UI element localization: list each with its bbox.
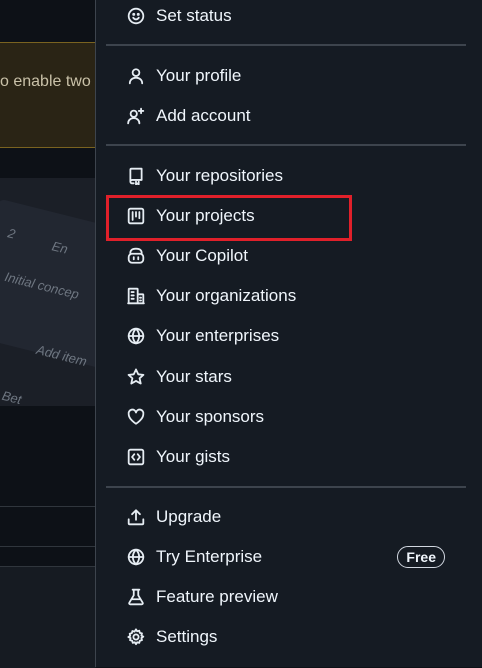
beaker-icon [126, 587, 146, 607]
globe-icon [126, 547, 146, 567]
your-enterprises-item[interactable]: Your enterprises [106, 317, 471, 355]
menu-item-label: Your enterprises [156, 326, 280, 345]
board-label: Bet [0, 387, 24, 406]
menu-item-label: Upgrade [156, 507, 222, 526]
person-add-icon [126, 106, 146, 126]
your-sponsors-item[interactable]: Your sponsors [106, 398, 471, 436]
person-icon [126, 66, 146, 86]
upgrade-item[interactable]: Upgrade [106, 498, 471, 536]
upload-icon [126, 507, 146, 527]
your-copilot-item[interactable]: Your Copilot [106, 237, 471, 275]
divider [0, 546, 96, 547]
page-body [0, 406, 96, 506]
gear-icon [126, 627, 146, 647]
your-stars-item[interactable]: Your stars [106, 358, 471, 396]
repo-icon [126, 166, 146, 186]
menu-item-label: Settings [156, 627, 218, 646]
try-enterprise-item[interactable]: Try Enterprise Free [106, 538, 471, 576]
your-profile-item[interactable]: Your profile [106, 57, 471, 95]
menu-item-label: Your organizations [156, 286, 297, 305]
code-square-icon [126, 447, 146, 467]
menu-item-label: Add account [156, 106, 251, 125]
highlight-box [106, 195, 352, 241]
settings-item[interactable]: Settings [106, 618, 471, 656]
background-page: o enable two 2 En Initial concep Add ite… [0, 0, 96, 668]
set-status-item[interactable]: Set status [106, 0, 471, 35]
add-account-item[interactable]: Add account [106, 97, 471, 135]
heart-icon [126, 407, 146, 427]
divider [0, 506, 96, 507]
menu-divider [106, 486, 466, 488]
organization-icon [126, 286, 146, 306]
your-organizations-item[interactable]: Your organizations [106, 277, 471, 315]
two-factor-banner: o enable two [0, 42, 96, 148]
your-gists-item[interactable]: Your gists [106, 438, 471, 476]
feature-preview-item[interactable]: Feature preview [106, 578, 471, 616]
menu-item-label: Your Copilot [156, 246, 248, 265]
menu-item-label: Your gists [156, 447, 231, 466]
page-footer [0, 566, 96, 668]
star-icon [126, 367, 146, 387]
free-badge: Free [397, 546, 445, 568]
account-menu: Set status Your profile Add account Your… [95, 0, 482, 667]
your-repositories-item[interactable]: Your repositories [106, 157, 471, 195]
menu-item-label: Your profile [156, 66, 242, 85]
smiley-icon [126, 6, 146, 26]
menu-item-label: Your sponsors [156, 407, 265, 426]
copilot-icon [126, 246, 146, 266]
banner-text: o enable two [0, 73, 91, 90]
menu-divider [106, 144, 466, 146]
menu-divider [106, 44, 466, 46]
menu-item-label: Your repositories [156, 166, 283, 185]
menu-item-label: Try Enterprise [156, 547, 263, 566]
globe-icon [126, 326, 146, 346]
menu-item-label: Set status [156, 6, 232, 25]
menu-item-label: Your stars [156, 367, 232, 386]
menu-item-label: Feature preview [156, 587, 278, 606]
project-board-preview: 2 En Initial concep Add item Bet [0, 178, 96, 406]
